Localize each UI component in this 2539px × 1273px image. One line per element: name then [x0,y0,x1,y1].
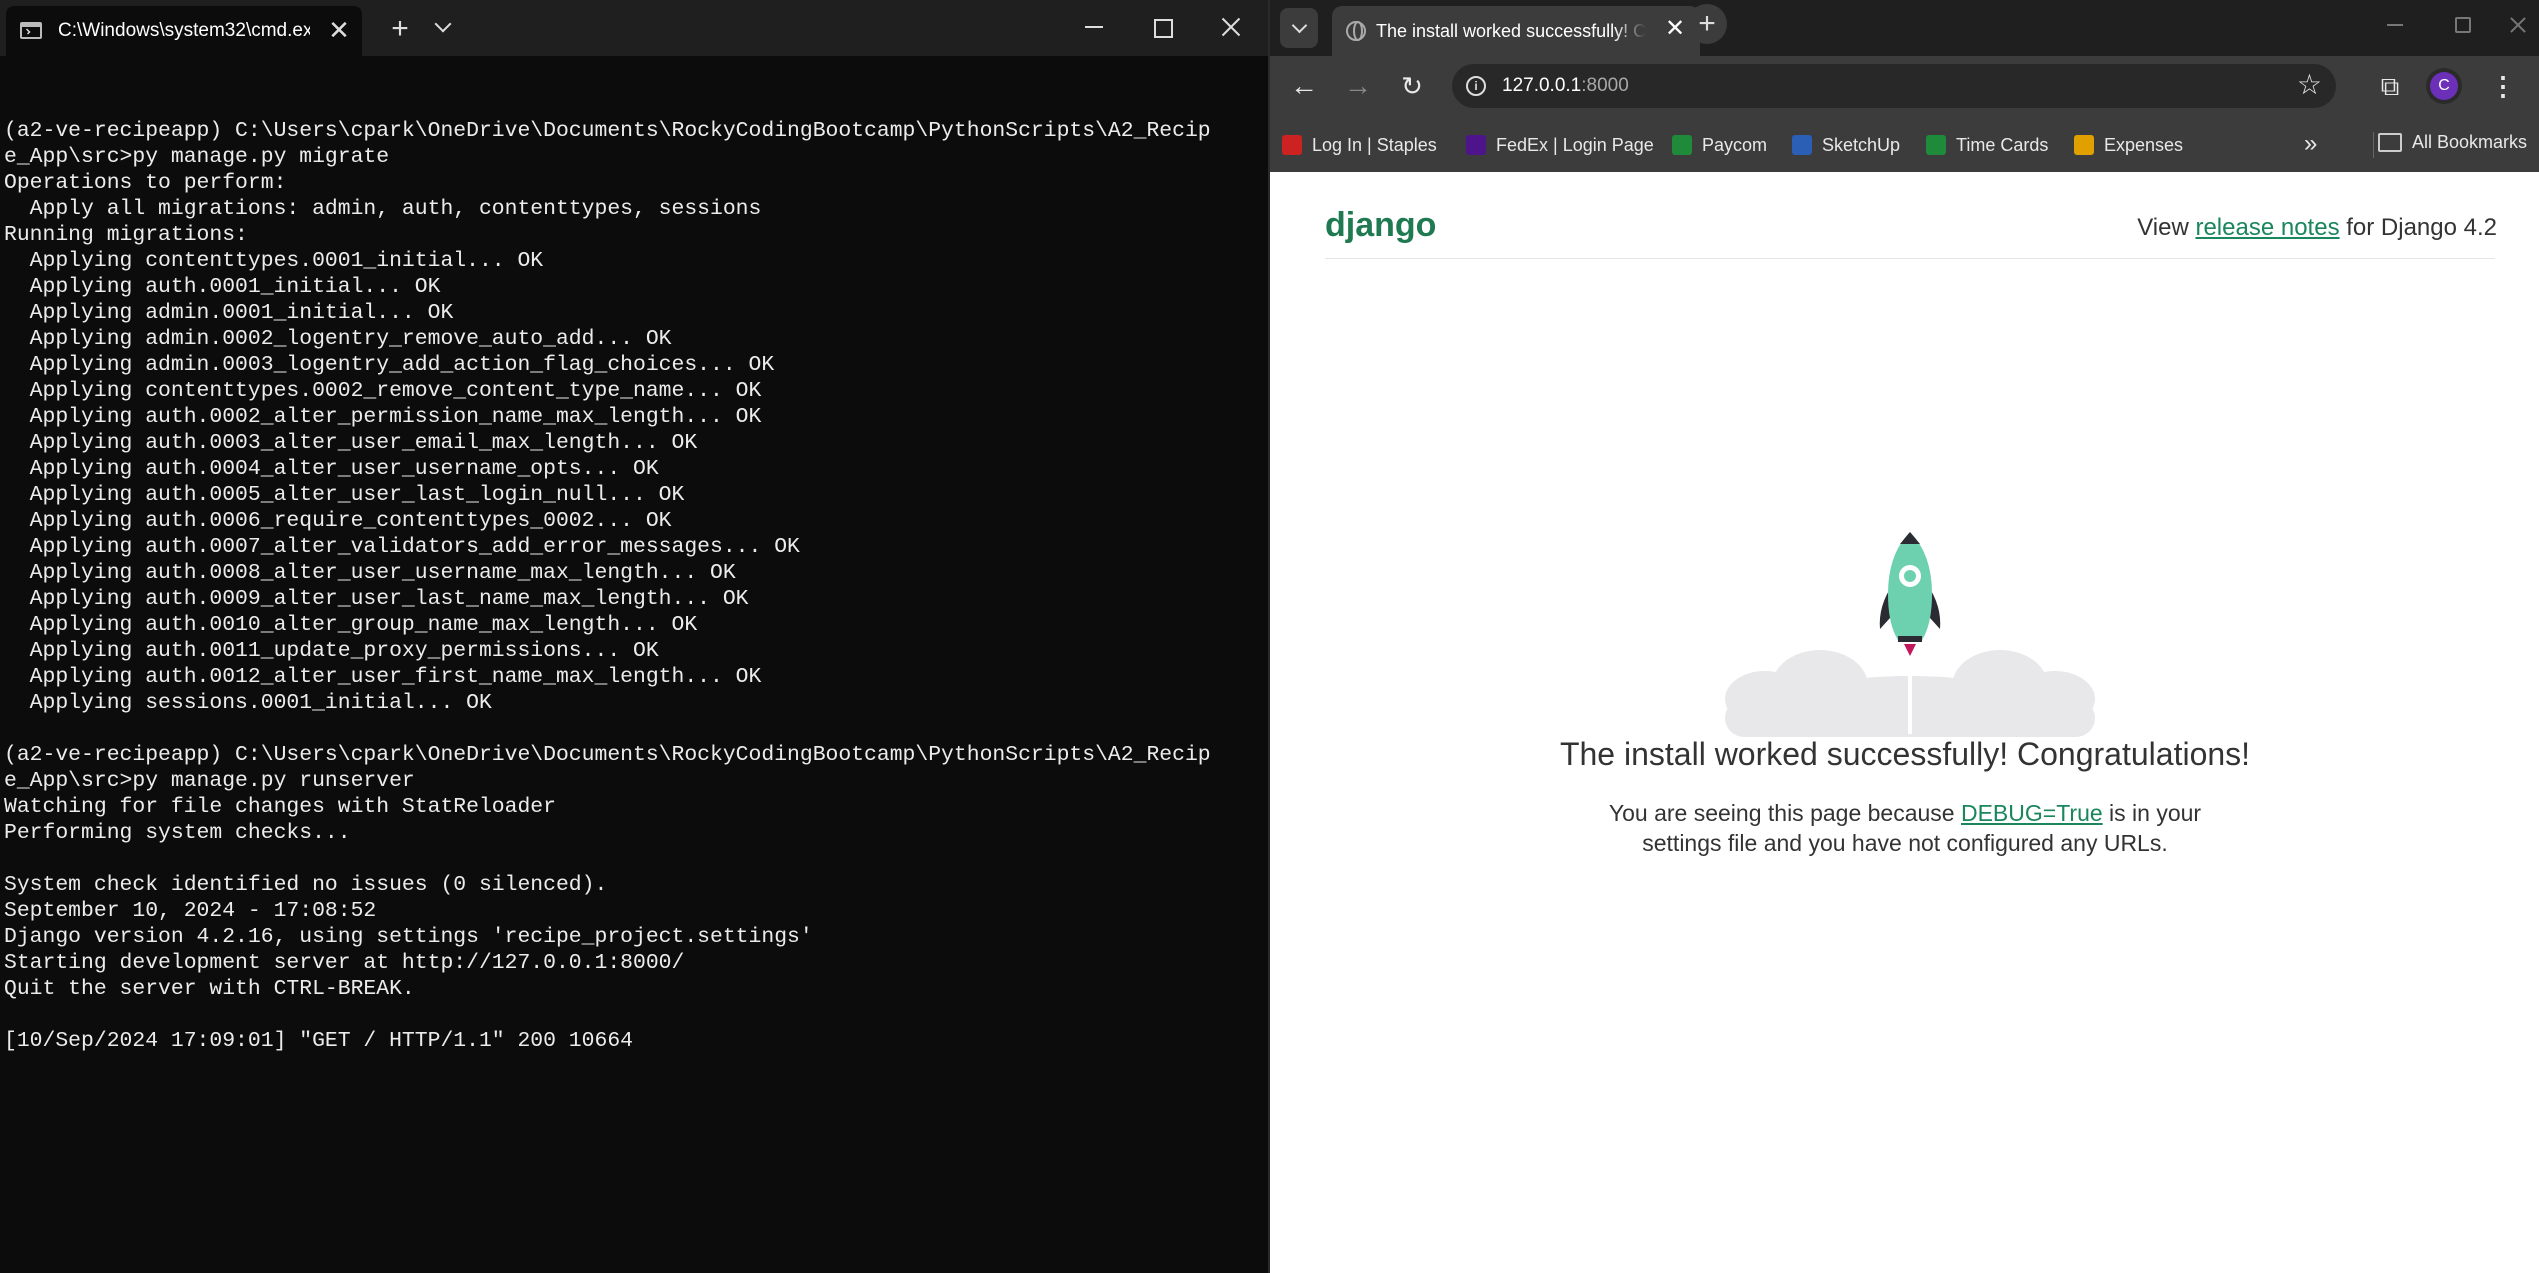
new-tab-button[interactable]: + [385,9,415,49]
profile-avatar[interactable]: C [2426,68,2462,104]
bookmark-label: Expenses [2104,134,2184,155]
all-bookmarks-button[interactable]: All Bookmarks [2378,132,2527,153]
chevron-down-icon [434,15,452,33]
more-bookmarks-icon[interactable]: » [2304,130,2317,158]
terminal-window: C:\Windows\system32\cmd.exe ✕ + (a2-ve-r… [0,0,1268,1273]
staples-icon [1282,135,1302,155]
browser-tab-title: The install worked successfully! Congrat… [1376,21,1646,41]
terminal-tab-bar: C:\Windows\system32\cmd.exe ✕ + [0,0,1268,56]
bookmark-star-icon[interactable]: ☆ [2297,68,2322,101]
profile-initial: C [2430,72,2458,100]
close-tab-icon[interactable]: ✕ [1662,16,1688,42]
paycom-icon [1672,135,1692,155]
maximize-button[interactable] [1141,6,1185,50]
release-notes-text: View release notes for Django 4.2 [2137,214,2497,242]
bookmark-staples[interactable]: Log In | Staples [1282,132,1437,158]
bookmark-label: Paycom [1702,134,1768,155]
url-host: 127.0.0.1 [1502,75,1582,96]
terminal-tab[interactable]: C:\Windows\system32\cmd.exe ✕ [6,6,362,56]
tab-search-button[interactable] [1280,8,1318,48]
terminal-output[interactable]: (a2-ve-recipeapp) C:\Users\cpark\OneDriv… [4,92,1211,1054]
back-button[interactable]: ← [1286,68,1322,104]
bookmark-paycom[interactable]: Paycom [1672,132,1767,158]
django-logo[interactable]: django [1325,206,1436,245]
rocket-icon [1879,532,1941,656]
close-tab-icon[interactable]: ✕ [324,15,354,45]
forward-button[interactable]: → [1340,68,1376,104]
bookmarks-bar: Log In | Staples FedEx | Login Page Payc… [1270,118,2539,172]
bookmark-time-cards[interactable]: Time Cards [1926,132,2048,158]
site-info-icon[interactable]: i [1466,76,1486,96]
exhaust-trail [1908,654,1912,734]
page-content: django View release notes for Django 4.2 [1270,172,2539,1273]
bookmarks-separator [2373,132,2374,158]
install-success-title: The install worked successfully! Congrat… [1559,736,2251,772]
fedex-icon [1466,135,1486,155]
all-bookmarks-label: All Bookmarks [2412,132,2528,152]
bookmark-label: Time Cards [1956,134,2049,155]
bookmark-label: Log In | Staples [1312,134,1437,155]
globe-icon [1346,21,1366,41]
bookmark-expenses[interactable]: Expenses [2074,132,2183,158]
folder-icon [2378,133,2402,152]
rocket-illustration [1725,532,2095,737]
reload-button[interactable]: ↻ [1394,68,1430,104]
cmd-icon [20,22,42,39]
tab-dropdown-button[interactable] [430,14,456,40]
maximize-button[interactable] [2440,2,2484,46]
browser-tab[interactable]: The install worked successfully! Congrat… [1332,6,1700,56]
url-port: :8000 [1581,75,1629,96]
extensions-icon[interactable]: ⧉ [2372,68,2408,104]
header-divider [1325,258,2495,259]
time-cards-icon [1926,135,1946,155]
expenses-icon [2074,135,2094,155]
release-notes-link[interactable]: release notes [2195,214,2339,241]
bookmark-sketchup[interactable]: SketchUp [1792,132,1900,158]
bookmark-label: SketchUp [1822,134,1901,155]
bookmark-fedex[interactable]: FedEx | Login Page [1466,132,1654,158]
subtitle-prefix: You are seeing this page because [1608,800,1961,826]
url-text[interactable]: 127.0.0.1:8000 [1502,75,1629,97]
debug-link[interactable]: DEBUG=True [1961,800,2103,826]
close-window-button[interactable] [2496,2,2539,46]
terminal-tab-title: C:\Windows\system32\cmd.exe [58,20,310,41]
sketchup-icon [1792,135,1812,155]
close-window-button[interactable] [1210,6,1254,50]
chevron-down-icon [1291,17,1307,34]
minimize-button[interactable] [2373,2,2417,46]
minimize-button[interactable] [1073,6,1117,50]
address-bar[interactable]: i 127.0.0.1:8000 ☆ [1452,64,2336,108]
install-success-subtitle: You are seeing this page because DEBUG=T… [1605,798,2205,858]
browser-tab-strip: The install worked successfully! Congrat… [1270,0,2539,56]
browser-window: The install worked successfully! Congrat… [1270,0,2539,1273]
bookmark-label: FedEx | Login Page [1496,134,1654,155]
new-tab-button[interactable]: + [1687,4,1727,44]
release-notes-suffix: for Django 4.2 [2339,214,2497,241]
browser-toolbar: ← → ↻ i 127.0.0.1:8000 ☆ ⧉ C ⋮ [1270,56,2539,118]
release-notes-prefix: View [2137,214,2196,241]
browser-menu-icon[interactable]: ⋮ [2488,68,2518,104]
